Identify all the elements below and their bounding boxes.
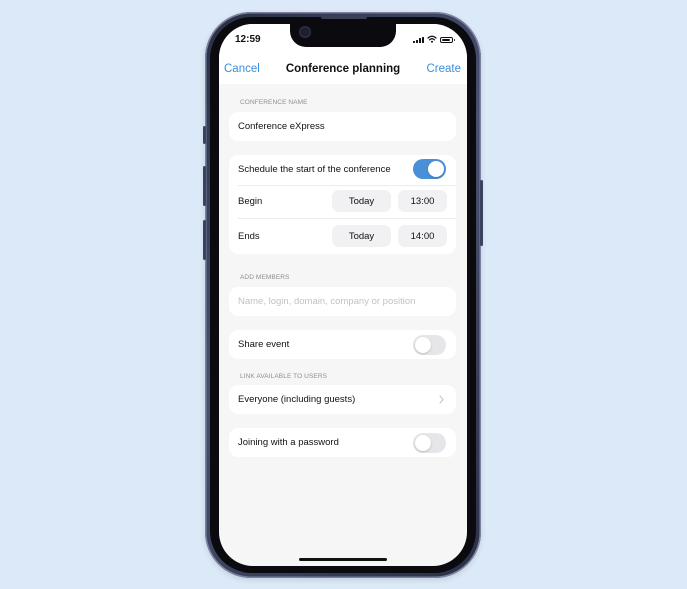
toggle-knob	[415, 336, 431, 353]
divider	[238, 185, 456, 186]
ends-time-button[interactable]: 14:00	[398, 225, 447, 247]
speaker-grille	[321, 15, 367, 19]
password-toggle[interactable]	[413, 432, 446, 453]
ends-label: Ends	[238, 231, 260, 242]
begin-label: Begin	[238, 196, 263, 207]
wifi-icon	[427, 35, 437, 43]
front-camera	[299, 26, 311, 38]
link-access-row[interactable]: Everyone (including guests)	[229, 385, 456, 414]
chevron-right-icon	[439, 395, 444, 404]
silent-switch	[203, 126, 206, 144]
phone-screen: 12:59 Cancel Conference planning Create …	[219, 24, 467, 566]
volume-down-button	[203, 220, 206, 260]
home-indicator	[299, 558, 387, 561]
status-icons	[413, 35, 455, 43]
stage: 12:59 Cancel Conference planning Create …	[0, 0, 687, 589]
conference-name-value: Conference eXpress	[238, 121, 325, 132]
status-time: 12:59	[235, 34, 261, 45]
battery-icon	[440, 37, 455, 43]
add-members-input[interactable]: Name, login, domain, company or position	[229, 287, 456, 316]
divider	[238, 218, 456, 219]
share-event-toggle[interactable]	[413, 334, 446, 355]
schedule-card: Schedule the start of the conference Beg…	[229, 155, 456, 254]
create-button[interactable]: Create	[426, 63, 461, 75]
ends-date-button[interactable]: Today	[332, 225, 391, 247]
link-access-value: Everyone (including guests)	[238, 394, 356, 405]
signal-icon	[413, 36, 424, 43]
schedule-toggle-label: Schedule the start of the conference	[238, 164, 391, 175]
toggle-knob	[415, 434, 431, 451]
toggle-knob	[428, 161, 444, 177]
schedule-toggle[interactable]	[413, 159, 446, 179]
share-event-row: Share event	[229, 330, 456, 359]
power-button	[480, 180, 483, 246]
begin-time-button[interactable]: 13:00	[398, 190, 447, 212]
volume-up-button	[203, 166, 206, 206]
password-row: Joining with a password	[229, 428, 456, 457]
begin-date-button[interactable]: Today	[332, 190, 391, 212]
conference-name-section-label: CONFERENCE NAME	[240, 99, 308, 106]
add-members-section-label: ADD MEMBERS	[240, 274, 290, 281]
link-access-section-label: LINK AVAILABLE TO USERS	[240, 373, 328, 380]
password-label: Joining with a password	[238, 437, 339, 448]
share-event-label: Share event	[238, 339, 290, 350]
conference-name-field[interactable]: Conference eXpress	[229, 112, 456, 141]
add-members-placeholder: Name, login, domain, company or position	[238, 296, 416, 307]
